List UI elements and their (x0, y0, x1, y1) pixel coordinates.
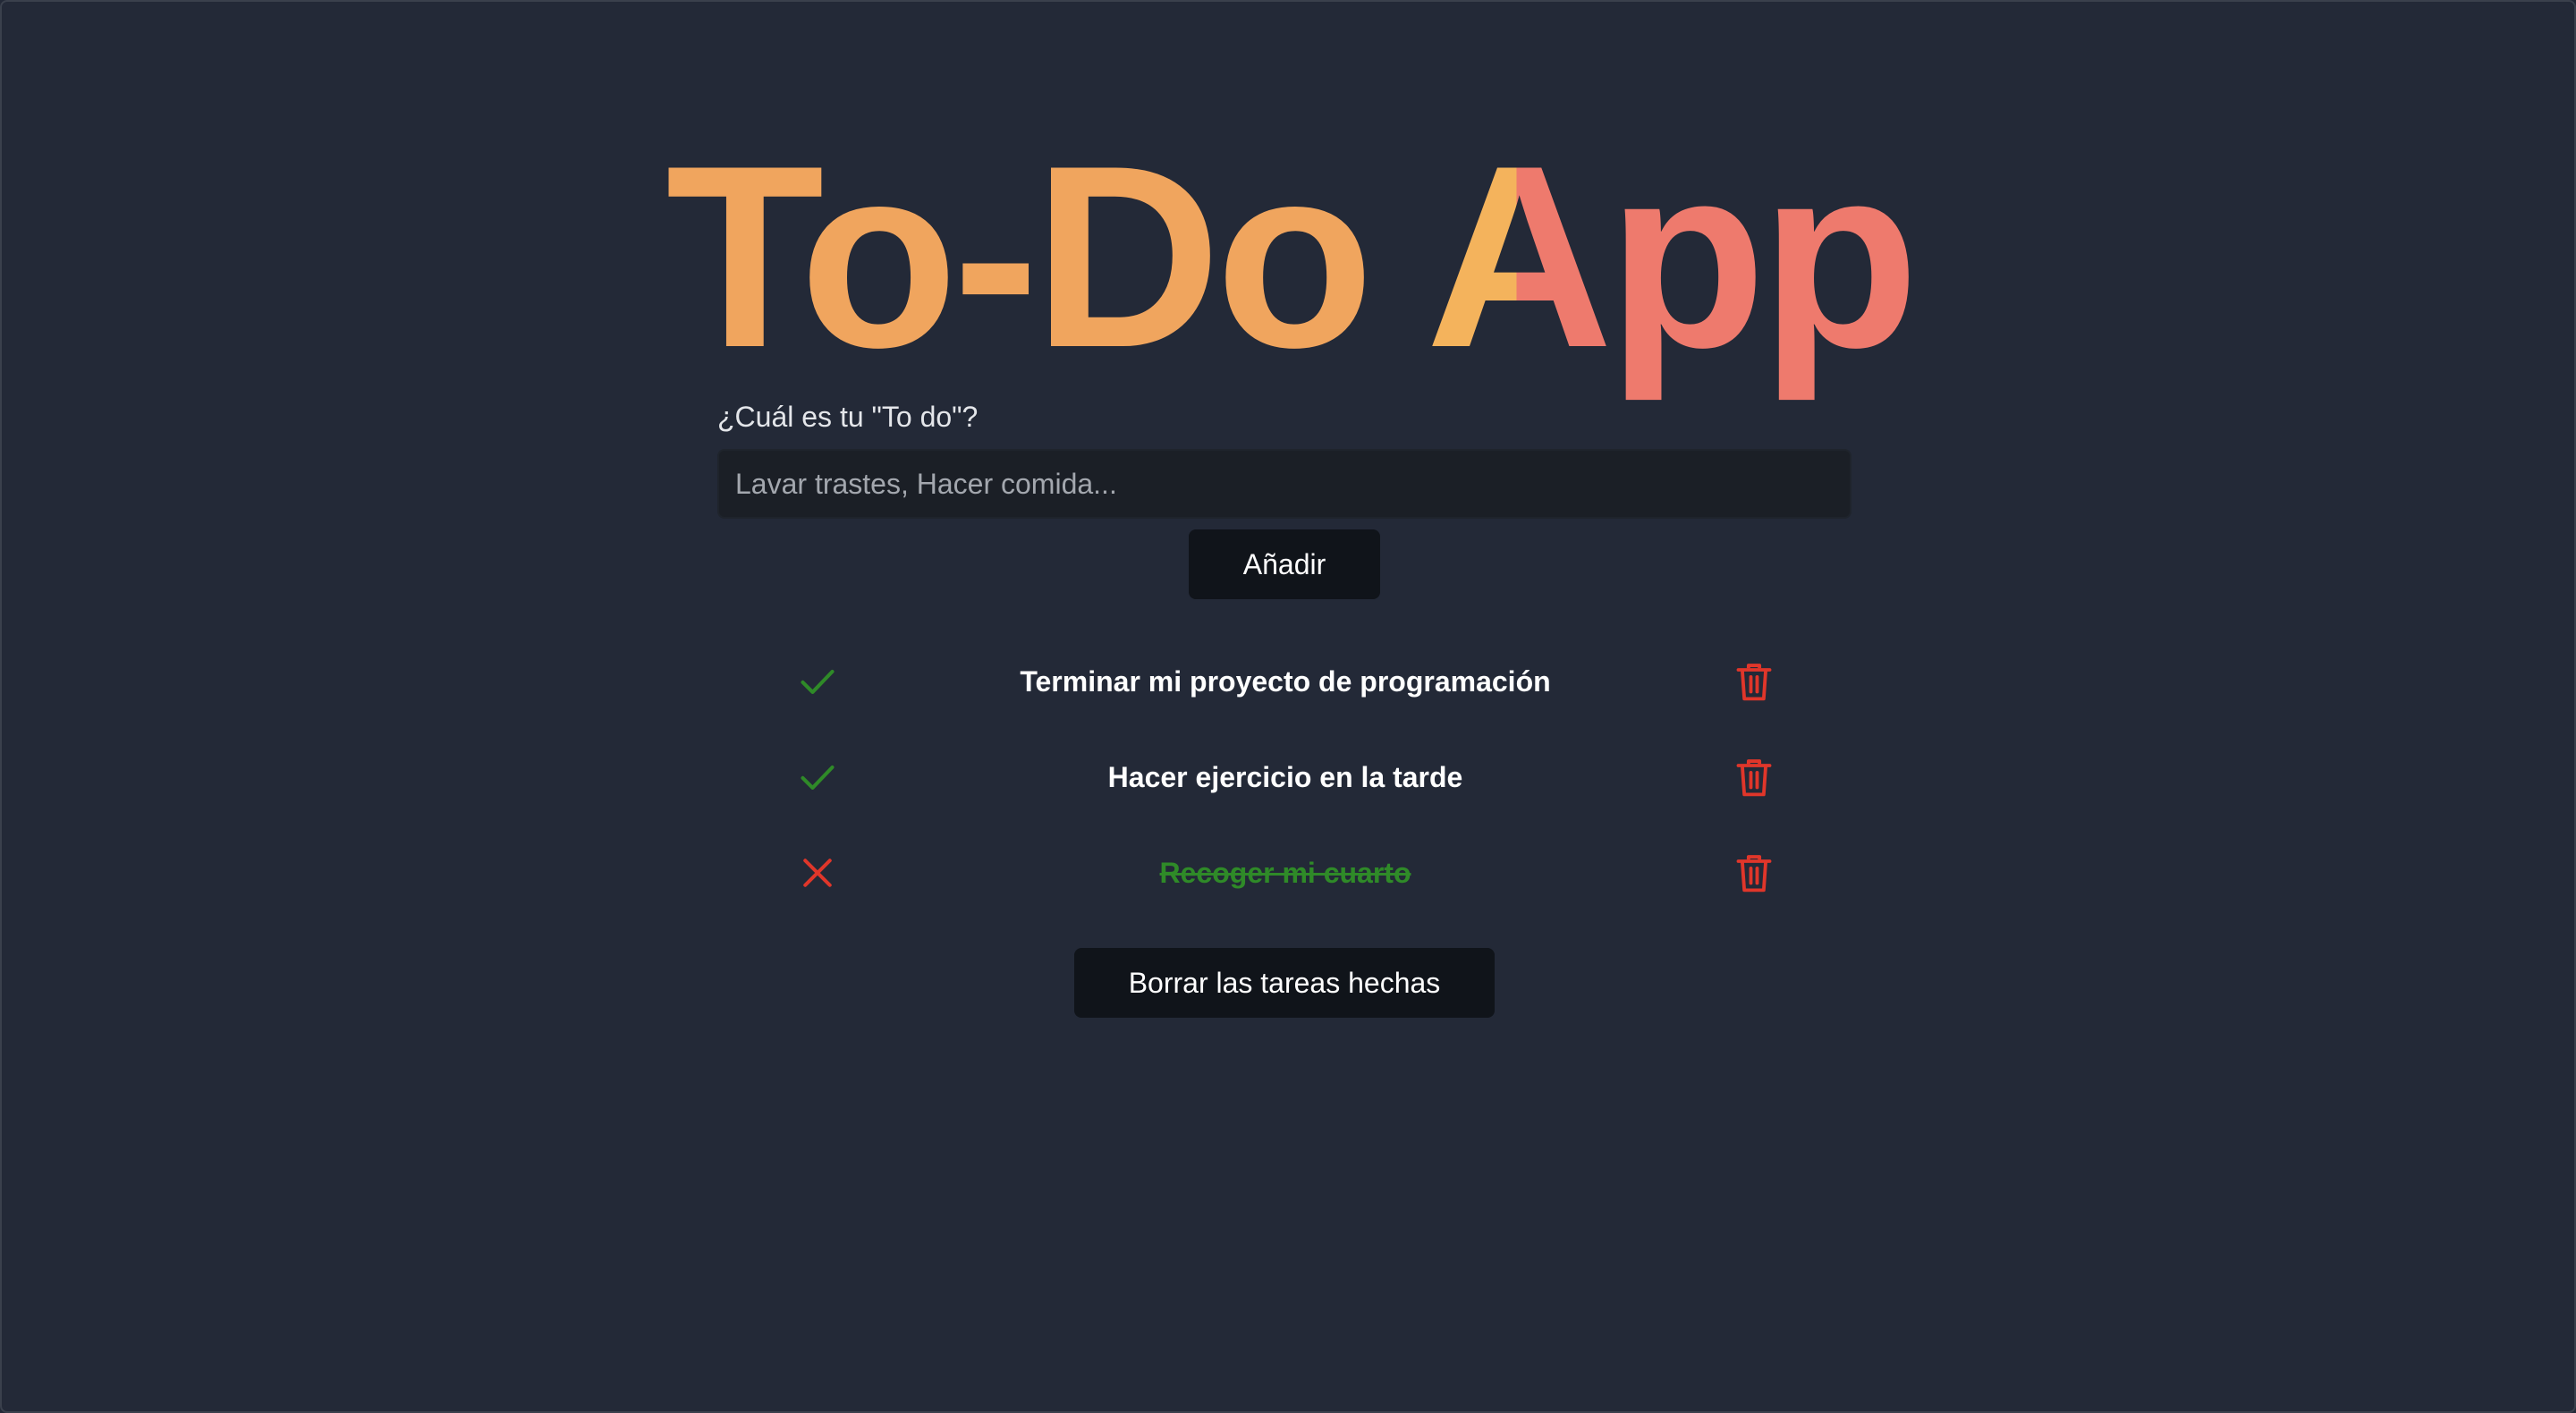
clear-done-button[interactable]: Borrar las tareas hechas (1074, 948, 1495, 1018)
trash-icon[interactable] (1735, 853, 1773, 894)
title-rest: pp (1607, 112, 1919, 402)
todo-text-done: Recoger mi cuarto (1159, 857, 1411, 889)
title-letter-a: A (1425, 112, 1613, 402)
check-icon[interactable] (798, 662, 837, 701)
todo-input[interactable] (717, 449, 1852, 519)
todo-item: Terminar mi proyecto de programación (780, 646, 1791, 717)
todo-text: Hacer ejercicio en la tarde (1107, 761, 1463, 793)
app-window: To-Do App ¿Cuál es tu "To do"? Añadir Te… (0, 0, 2576, 1413)
todo-item: Hacer ejercicio en la tarde (780, 741, 1791, 813)
todo-prompt-label: ¿Cuál es tu "To do"? (717, 401, 979, 433)
todo-text: Terminar mi proyecto de programación (1020, 665, 1551, 698)
add-button[interactable]: Añadir (1189, 529, 1380, 599)
trash-icon[interactable] (1735, 757, 1773, 799)
x-icon[interactable] (798, 853, 837, 893)
todo-item: Recoger mi cuarto (780, 837, 1791, 909)
trash-icon[interactable] (1735, 662, 1773, 703)
check-icon[interactable] (798, 757, 837, 797)
app-title: To-Do App (2, 127, 2576, 386)
title-main: To-Do (665, 112, 1426, 402)
